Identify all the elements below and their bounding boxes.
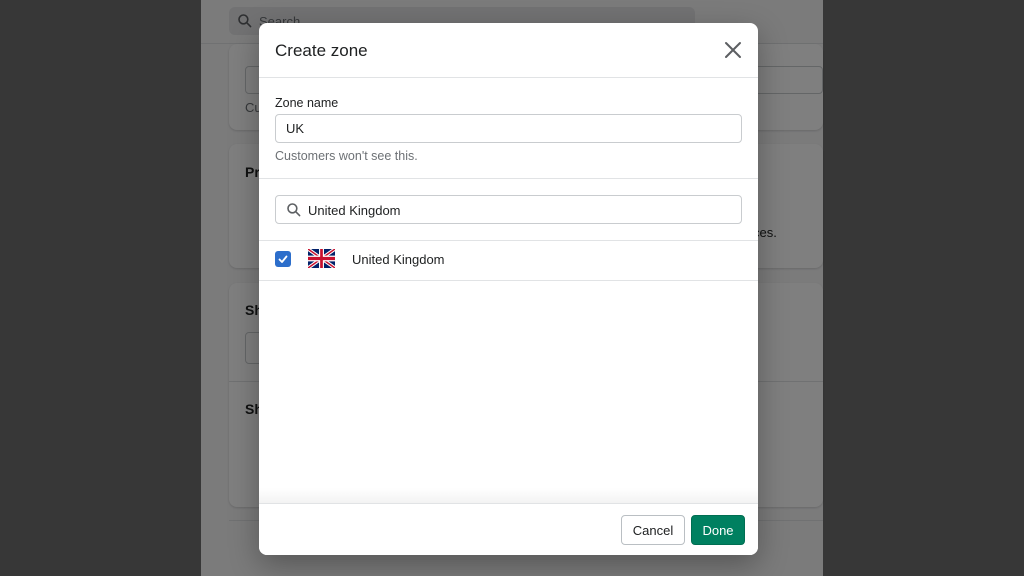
search-icon xyxy=(287,203,301,217)
list-item[interactable]: United Kingdom xyxy=(259,241,758,281)
uk-flag-icon xyxy=(308,249,335,268)
cancel-button[interactable]: Cancel xyxy=(621,515,685,545)
close-button[interactable] xyxy=(721,38,745,62)
country-name: United Kingdom xyxy=(352,252,445,267)
create-zone-modal: Create zone Zone name Customers won't se… xyxy=(259,23,758,555)
footer-shadow xyxy=(259,488,758,503)
country-search-value: United Kingdom xyxy=(308,203,401,218)
modal-title: Create zone xyxy=(275,41,368,60)
country-search-input[interactable]: United Kingdom xyxy=(275,195,742,224)
zone-name-field[interactable] xyxy=(275,114,742,143)
done-button[interactable]: Done xyxy=(691,515,745,545)
close-icon xyxy=(725,42,741,58)
checkmark-icon xyxy=(278,255,288,263)
modal-footer: Cancel Done xyxy=(259,503,758,555)
country-search-section: United Kingdom xyxy=(259,179,758,241)
modal-header: Create zone xyxy=(259,23,758,78)
country-checkbox[interactable] xyxy=(275,251,291,267)
zone-name-help-text: Customers won't see this. xyxy=(275,149,418,163)
zone-name-section: Zone name Customers won't see this. xyxy=(259,78,758,179)
zone-name-label: Zone name xyxy=(275,96,339,110)
